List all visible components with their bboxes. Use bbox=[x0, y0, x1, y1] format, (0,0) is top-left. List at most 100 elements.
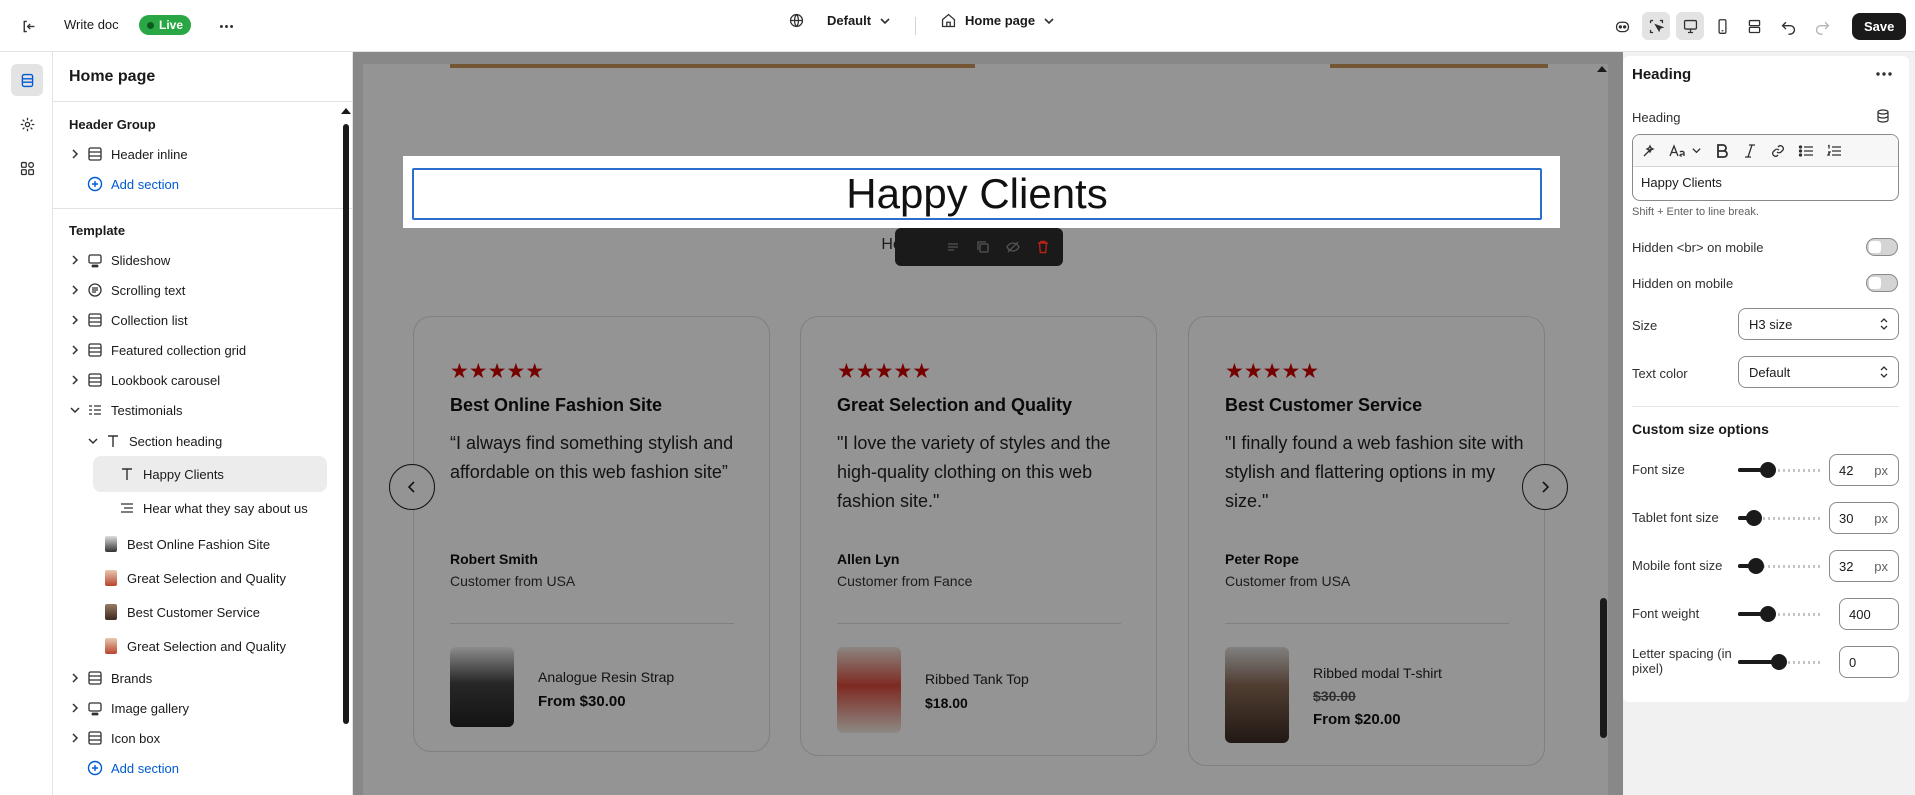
chevron-right-icon[interactable] bbox=[69, 374, 81, 386]
ai-assistant-button[interactable] bbox=[1608, 12, 1636, 40]
canvas-scrollbar[interactable] bbox=[1600, 598, 1607, 738]
exit-icon[interactable] bbox=[14, 12, 42, 40]
panel-title: Heading bbox=[1632, 66, 1692, 83]
dynamic-source-icon[interactable] bbox=[1875, 108, 1891, 124]
theme-settings-button[interactable] bbox=[11, 108, 43, 140]
sidebar-item-block[interactable]: Best Customer Service bbox=[105, 599, 260, 625]
sidebar-item-icon-box[interactable]: Icon box bbox=[69, 725, 160, 751]
bot-icon bbox=[1615, 21, 1629, 32]
delete-icon[interactable] bbox=[1035, 239, 1051, 255]
chevron-right-icon[interactable] bbox=[69, 284, 81, 296]
hidden-br-label: Hidden <br> on mobile bbox=[1632, 240, 1764, 255]
duplicate-icon[interactable] bbox=[975, 239, 991, 255]
sidebar-item-section-heading[interactable]: Section heading bbox=[87, 428, 222, 454]
size-select[interactable]: H3 size bbox=[1738, 308, 1899, 340]
bold-icon[interactable] bbox=[1714, 143, 1730, 159]
more-actions-button[interactable] bbox=[212, 12, 240, 40]
chevron-right-icon[interactable] bbox=[69, 344, 81, 356]
top-bar: Write doc Live Default Home page Save bbox=[0, 0, 1915, 52]
dim-overlay bbox=[353, 156, 403, 228]
sidebar-item-testimonials[interactable]: Testimonials bbox=[69, 397, 183, 423]
font-size-slider[interactable] bbox=[1738, 462, 1820, 478]
font-weight-slider[interactable] bbox=[1738, 606, 1820, 622]
chevron-down-icon[interactable] bbox=[69, 404, 81, 416]
font-weight-input[interactable]: 400 bbox=[1839, 598, 1899, 630]
sidebar-item-hear-what[interactable]: Hear what they say about us bbox=[119, 495, 308, 521]
desktop-view-button[interactable] bbox=[1676, 12, 1704, 40]
sidebar-item-brands[interactable]: Brands bbox=[69, 665, 152, 691]
sidebar-item-slideshow[interactable]: Slideshow bbox=[69, 247, 170, 273]
mobile-font-size-slider[interactable] bbox=[1738, 558, 1820, 574]
paragraph-icon bbox=[119, 500, 135, 516]
divider bbox=[1632, 406, 1899, 407]
chevron-right-icon[interactable] bbox=[69, 148, 81, 160]
sidebar-item-collection-list[interactable]: Collection list bbox=[69, 307, 188, 333]
selected-heading-outline[interactable]: Happy Clients bbox=[412, 168, 1542, 220]
apps-button[interactable] bbox=[11, 152, 43, 184]
add-section-header-button[interactable]: Add section bbox=[87, 171, 179, 197]
sidebar-item-header-inline[interactable]: Header inline bbox=[69, 141, 188, 167]
sidebar-item-block[interactable]: Great Selection and Quality bbox=[105, 633, 286, 659]
product-thumbnail bbox=[105, 604, 117, 620]
sidebar-item-block[interactable]: Best Online Fashion Site bbox=[105, 531, 270, 557]
heading-input[interactable]: Happy Clients bbox=[1633, 167, 1898, 198]
numbered-list-icon[interactable] bbox=[1826, 143, 1842, 159]
link-icon[interactable] bbox=[1770, 143, 1786, 159]
sidebar-item-block[interactable]: Great Selection and Quality bbox=[105, 565, 286, 591]
ai-magic-icon[interactable] bbox=[1641, 143, 1657, 159]
sidebar-scrollbar[interactable] bbox=[343, 124, 349, 724]
block-toolbar bbox=[895, 228, 1063, 266]
letter-spacing-input[interactable]: 0 bbox=[1839, 646, 1899, 678]
tablet-font-size-slider[interactable] bbox=[1738, 510, 1820, 526]
tablet-font-size-input[interactable]: 30 px bbox=[1829, 502, 1899, 534]
page-selector[interactable]: Home page bbox=[940, 12, 1055, 29]
tablet-font-size-label: Tablet font size bbox=[1632, 510, 1719, 525]
scroll-up-icon[interactable] bbox=[341, 108, 351, 114]
sidebar-item-featured-collection-grid[interactable]: Featured collection grid bbox=[69, 337, 246, 363]
chevron-right-icon[interactable] bbox=[69, 314, 81, 326]
chevron-right-icon[interactable] bbox=[69, 732, 81, 744]
undo-button[interactable] bbox=[1774, 12, 1802, 40]
line-break-hint: Shift + Enter to line break. bbox=[1632, 206, 1759, 218]
list-icon bbox=[87, 402, 103, 418]
sidebar-item-scrolling-text[interactable]: Scrolling text bbox=[69, 277, 185, 303]
chevron-right-icon[interactable] bbox=[69, 702, 81, 714]
layout-icon bbox=[1748, 19, 1760, 33]
fullwidth-view-button[interactable] bbox=[1740, 12, 1768, 40]
icon-rail bbox=[0, 52, 53, 795]
mobile-view-button[interactable] bbox=[1708, 12, 1736, 40]
hidden-mobile-toggle[interactable] bbox=[1866, 274, 1898, 292]
chevron-right-icon[interactable] bbox=[69, 254, 81, 266]
move-icon[interactable] bbox=[945, 239, 961, 255]
add-section-template-button[interactable]: Add section bbox=[87, 755, 179, 781]
section-icon bbox=[87, 730, 103, 746]
hidden-br-toggle[interactable] bbox=[1866, 238, 1898, 256]
text-color-select[interactable]: Default bbox=[1738, 356, 1899, 388]
inspector-button[interactable] bbox=[1642, 12, 1670, 40]
hide-icon[interactable] bbox=[1005, 239, 1021, 255]
testimonials-heading[interactable]: Happy Clients bbox=[846, 170, 1107, 218]
exit-button[interactable] bbox=[14, 12, 42, 40]
save-button[interactable]: Save bbox=[1852, 13, 1907, 40]
italic-icon[interactable] bbox=[1742, 143, 1758, 159]
text-style-dropdown[interactable] bbox=[1669, 143, 1702, 159]
more-dots-icon[interactable] bbox=[1873, 66, 1895, 82]
scroll-up-icon[interactable] bbox=[1597, 66, 1607, 72]
theme-selector[interactable]: Default bbox=[788, 12, 891, 29]
letter-spacing-slider[interactable] bbox=[1738, 654, 1820, 670]
preview-canvas: Heus ★★★★★ Best Online Fashion Site “I a… bbox=[353, 52, 1623, 795]
chevron-right-icon[interactable] bbox=[69, 672, 81, 684]
sidebar-item-happy-clients[interactable]: Happy Clients bbox=[119, 461, 224, 487]
sidebar-item-lookbook-carousel[interactable]: Lookbook carousel bbox=[69, 367, 220, 393]
redo-button[interactable] bbox=[1808, 12, 1836, 40]
mobile-font-size-input[interactable]: 32 px bbox=[1829, 550, 1899, 582]
dim-overlay bbox=[1560, 156, 1623, 228]
chevron-down-icon[interactable] bbox=[87, 435, 99, 447]
divider bbox=[915, 17, 916, 35]
sidebar-item-image-gallery[interactable]: Image gallery bbox=[69, 695, 189, 721]
header-group-title: Header Group bbox=[69, 117, 156, 132]
sections-tab-button[interactable] bbox=[11, 64, 43, 96]
bullet-list-icon[interactable] bbox=[1798, 143, 1814, 159]
font-style-icon bbox=[1669, 143, 1685, 157]
font-size-input[interactable]: 42 px bbox=[1829, 454, 1899, 486]
